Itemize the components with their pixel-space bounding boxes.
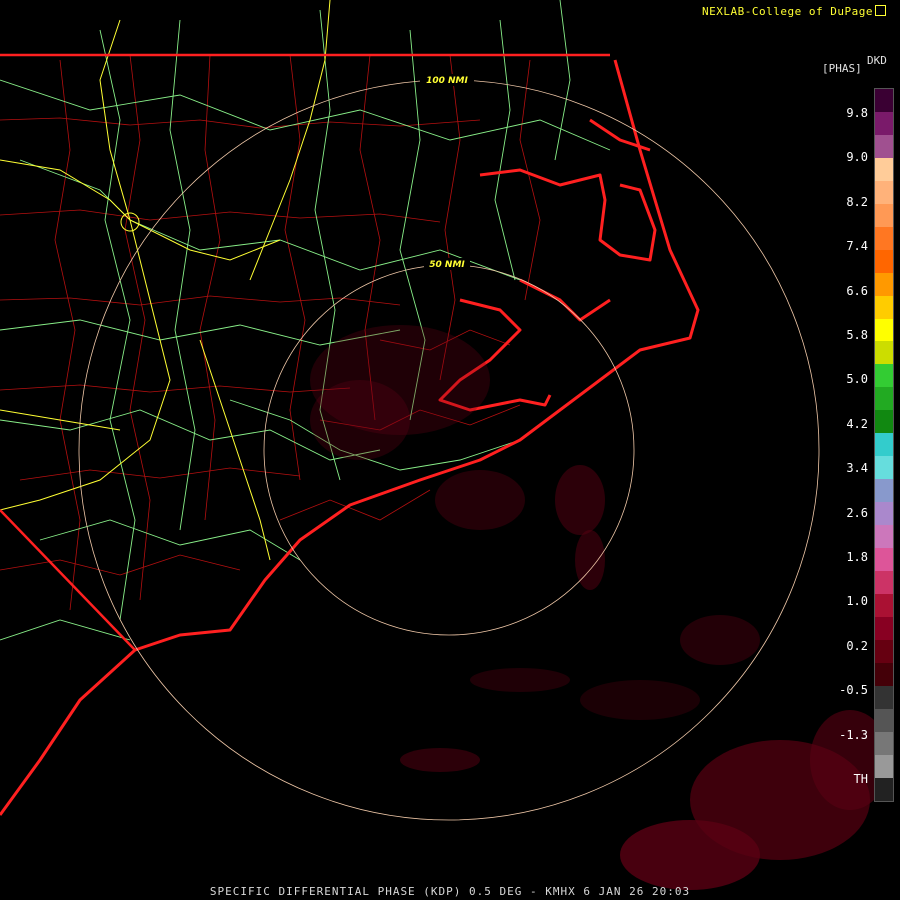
colorbar-segment: [875, 134, 893, 158]
colorbar-segment: [875, 548, 893, 572]
colorbar-segment: [875, 479, 893, 503]
state-borders: [0, 53, 610, 651]
legend-tick-label: 4.2: [846, 416, 868, 431]
range-ring-100: [78, 79, 820, 821]
legend-tick-label: 6.6: [846, 283, 868, 298]
credit-label: NEXLAB-College of DuPage: [702, 4, 886, 18]
colorbar-segment: [875, 364, 893, 388]
range-rings: [78, 79, 820, 821]
colorbar-segment: [875, 685, 893, 709]
legend-unit-main: [PHAS]: [822, 62, 862, 75]
colorbar-segment: [875, 456, 893, 480]
legend-tick-label: 1.0: [846, 594, 868, 609]
colorbar-segment: [875, 249, 893, 273]
colorbar-segment: [875, 593, 893, 617]
colorbar-segment: [875, 433, 893, 457]
colorbar-segment: [875, 341, 893, 365]
legend-tick-label: 8.2: [846, 194, 868, 209]
range-ring-label-50: 50 NMI: [429, 260, 465, 270]
legend-unit-sub: DKD: [867, 54, 887, 67]
credit-text: NEXLAB-College of DuPage: [702, 5, 873, 18]
legend-tick-label: -0.5: [839, 683, 868, 698]
legend-tick-label: 2.6: [846, 505, 868, 520]
legend-tick-label: 5.0: [846, 372, 868, 387]
colorbar-segment: [875, 226, 893, 250]
range-ring-label-100: 100 NMI: [426, 76, 468, 86]
legend-tick-label: 9.0: [846, 150, 868, 165]
radar-map[interactable]: 50 NMI 100 NMI: [0, 0, 900, 900]
legend-tick-label: -1.3: [839, 727, 868, 742]
legend-tick-label: 7.4: [846, 239, 868, 254]
legend-tick-label: 9.8: [846, 106, 868, 120]
colorbar-segment: [875, 525, 893, 549]
colorbar-segment: [875, 662, 893, 686]
colorbar-segment: [875, 318, 893, 342]
radar-echoes: [310, 325, 890, 890]
legend-tick-label: 5.8: [846, 328, 868, 342]
nexlab-logo-icon: [875, 5, 886, 16]
colorbar-segment: [875, 111, 893, 135]
colorbar-segment: [875, 410, 893, 434]
colorbar-segment: [875, 387, 893, 411]
colorbar-segment: [875, 272, 893, 296]
colorbar-segment: [875, 89, 893, 112]
legend-tick-label: 3.4: [846, 461, 868, 476]
colorbar-segment: [875, 708, 893, 732]
legend-tick-label: 1.8: [846, 550, 868, 564]
colorbar-segment: [875, 639, 893, 663]
colorbar-segment: [875, 203, 893, 227]
colorbar-segment: [875, 777, 893, 801]
legend-tick-label: 0.2: [846, 638, 868, 653]
product-caption: SPECIFIC DIFFERENTIAL PHASE (KDP) 0.5 DE…: [209, 885, 691, 898]
colorbar-segment: [875, 502, 893, 526]
legend-colorbar: [874, 88, 894, 802]
colorbar-segment: [875, 616, 893, 640]
colorbar-segment: [875, 731, 893, 755]
colorbar-segment: [875, 571, 893, 594]
colorbar-segment: [875, 754, 893, 778]
legend-tick-label: TH: [853, 772, 868, 786]
colorbar-segment: [875, 157, 893, 181]
colorbar-segment: [875, 180, 893, 204]
colorbar-segment: [875, 295, 893, 319]
